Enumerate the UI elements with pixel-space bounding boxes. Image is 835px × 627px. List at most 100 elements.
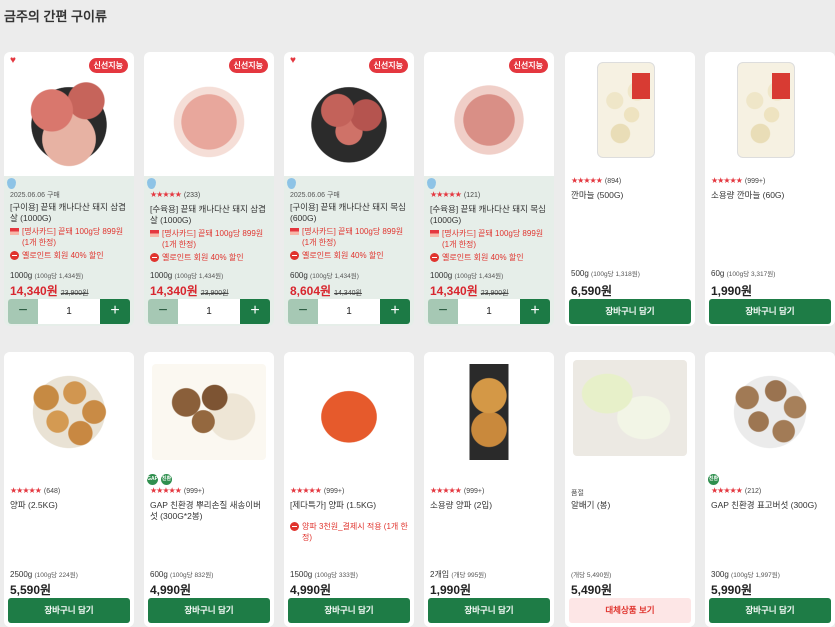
product-image[interactable] (424, 352, 554, 472)
purchase-date: 2025.06.06 구매 (10, 192, 60, 199)
decrease-button[interactable]: − (288, 299, 318, 324)
add-to-cart-button[interactable]: 장바구니 담기 (428, 598, 550, 623)
quantity-value: 1 (66, 306, 72, 317)
unit-size: 600g (150, 570, 168, 579)
cold-storage-icon (287, 177, 296, 189)
unit-size: 2500g (10, 570, 33, 579)
product-card[interactable]: 친환 ★★★★★ (212) GAP 친환경 표고버섯 (300G) 300g (… (705, 352, 835, 627)
unit-price: (100g당 333원) (314, 572, 358, 579)
product-name[interactable]: [구이용] 끝돼 캐나다산 돼지 삼겹살 (1000G) (10, 202, 128, 224)
fresh-badge: 신선지능 (228, 58, 268, 73)
product-card[interactable]: 품절 알배기 (봉) (개당 5,490원) 5,490원 대체상품 보기 (565, 352, 695, 627)
promo-text: 옐로인트 회원 40% 할인 (442, 253, 524, 262)
price: 4,990원 (290, 583, 332, 597)
product-name[interactable]: 양파 (2.5KG) (10, 500, 128, 511)
add-to-cart-button[interactable]: 장바구니 담기 (288, 598, 410, 623)
product-image[interactable] (284, 352, 414, 472)
eco-cert-icon: 친환 (708, 473, 719, 485)
product-name[interactable]: 소용량 깐마늘 (60G) (711, 190, 829, 201)
rating-stars: ★★★★★ (999+) (430, 486, 485, 495)
unit-price: (개당 5,490원) (571, 572, 612, 579)
product-image[interactable]: 신선지능 (424, 52, 554, 176)
product-card[interactable]: 신선지능 ★★★★★ (121) [수육용] 끝돼 캐나다산 돼지 목심 (100… (424, 52, 554, 326)
unit-price: (100g당 1,997원) (731, 572, 780, 579)
heart-icon[interactable]: ♥ (10, 55, 16, 66)
add-to-cart-button[interactable]: 장바구니 담기 (148, 598, 270, 623)
discount-icon (430, 253, 439, 262)
view-alternatives-button[interactable]: 대체상품 보기 (569, 598, 691, 623)
original-price: 14,340원 (334, 290, 362, 297)
increase-button[interactable]: + (380, 299, 410, 324)
product-card[interactable]: 신선지능 ★★★★★ (233) [수육용] 끝돼 캐나다산 돼지 삼겹살 (10… (144, 52, 274, 326)
original-price: 23,900원 (200, 290, 229, 297)
product-image[interactable] (565, 52, 695, 176)
promo-text: 양파 3천원_결제시 적용 (1개 한정) (302, 522, 408, 542)
product-card[interactable]: GAP 친환 ★★★★★ (999+) GAP 친환경 뿌리손질 새송이버섯 (30… (144, 352, 274, 627)
increase-button[interactable]: + (240, 299, 270, 324)
fresh-badge: 신선지능 (508, 58, 548, 73)
quantity-value: 1 (486, 306, 492, 317)
product-image[interactable]: 신선지능 (144, 52, 274, 176)
shiitake-image (713, 364, 827, 460)
add-to-cart-button[interactable]: 장바구니 담기 (569, 299, 691, 324)
product-image[interactable] (705, 52, 835, 176)
onion-image (12, 364, 126, 460)
product-image[interactable] (705, 352, 835, 472)
price: 6,590원 (571, 284, 613, 298)
product-card[interactable]: ★★★★★ (999+) [제다특가] 양파 (1.5KG) 양파 3천원_결제시… (284, 352, 414, 627)
card-icon (430, 230, 439, 237)
product-name[interactable]: [제다특가] 양파 (1.5KG) (290, 500, 408, 511)
product-name[interactable]: [수육용] 끝돼 캐나다산 돼지 삼겹살 (1000G) (150, 204, 268, 226)
quantity-value: 1 (346, 306, 352, 317)
product-name[interactable]: 깐마늘 (500G) (571, 190, 689, 201)
product-name[interactable]: [구이용] 끝돼 캐나다산 돼지 목심 (600G) (290, 202, 408, 224)
product-image[interactable]: ♥ 신선지능 (284, 52, 414, 176)
decrease-button[interactable]: − (148, 299, 178, 324)
add-to-cart-button[interactable]: 장바구니 담기 (709, 299, 831, 324)
unit-size: 1000g (10, 271, 33, 280)
unit-price: (100g당 224원) (34, 572, 78, 579)
product-card[interactable]: ♥ 신선지능 2025.06.06 구매 [구이용] 끝돼 캐나다산 돼지 목심… (284, 52, 414, 326)
price: 4,990원 (150, 583, 192, 597)
heart-icon[interactable]: ♥ (290, 55, 296, 66)
unit-price: (100g당 1,318원) (591, 271, 640, 278)
quantity-stepper[interactable]: − 1 + (428, 299, 550, 324)
product-image[interactable] (144, 352, 274, 472)
increase-button[interactable]: + (100, 299, 130, 324)
discount-icon (10, 251, 19, 260)
product-card[interactable]: ★★★★★ (648) 양파 (2.5KG) 2500g (100g당 224원)… (4, 352, 134, 627)
unit-size: 60g (711, 269, 725, 278)
promo-text: [명사카드] 끝돼 100g당 899원 (1개 한정) (162, 229, 264, 249)
review-count: (894) (604, 178, 622, 185)
discount-icon (150, 253, 159, 262)
product-image[interactable]: ♥ 신선지능 (4, 52, 134, 176)
decrease-button[interactable]: − (8, 299, 38, 324)
garlic-bag-image (597, 62, 655, 158)
quantity-stepper[interactable]: − 1 + (8, 299, 130, 324)
unit-price: (100g당 1,434원) (174, 273, 224, 280)
quantity-stepper[interactable]: − 1 + (288, 299, 410, 324)
product-card[interactable]: ★★★★★ (999+) 소용량 깐마늘 (60G) 60g (100g당 3,3… (705, 52, 835, 326)
product-name[interactable]: [수육용] 끝돼 캐나다산 돼지 목심 (1000G) (430, 204, 548, 226)
product-name[interactable]: 소용량 양파 (2입) (430, 500, 548, 511)
add-to-cart-button[interactable]: 장바구니 담기 (709, 598, 831, 623)
product-image[interactable] (565, 352, 695, 472)
product-name[interactable]: GAP 친환경 표고버섯 (300G) (711, 500, 829, 511)
product-name[interactable]: GAP 친환경 뿌리손질 새송이버섯 (300G*2봉) (150, 500, 268, 522)
decrease-button[interactable]: − (428, 299, 458, 324)
promo-text: 옐로인트 회원 40% 할인 (302, 251, 384, 260)
product-card[interactable]: ★★★★★ (999+) 소용량 양파 (2입) 2개입 (개당 995원) 1,… (424, 352, 554, 627)
product-name[interactable]: 알배기 (봉) (571, 500, 689, 511)
product-card[interactable]: ★★★★★ (894) 깐마늘 (500G) 500g (100g당 1,318원… (565, 52, 695, 326)
unit-size: 600g (290, 271, 308, 280)
pork-neck-image (432, 72, 546, 168)
product-image[interactable] (4, 352, 134, 472)
review-count: (999+) (463, 488, 485, 495)
purchase-date: 2025.06.06 구매 (290, 192, 340, 199)
product-card[interactable]: ♥ 신선지능 2025.06.06 구매 [구이용] 끝돼 캐나다산 돼지 삼겹… (4, 52, 134, 326)
unit-price: (100g당 1,434원) (34, 273, 84, 280)
increase-button[interactable]: + (520, 299, 550, 324)
add-to-cart-button[interactable]: 장바구니 담기 (8, 598, 130, 623)
rating-stars: ★★★★★ (999+) (290, 486, 345, 495)
quantity-stepper[interactable]: − 1 + (148, 299, 270, 324)
